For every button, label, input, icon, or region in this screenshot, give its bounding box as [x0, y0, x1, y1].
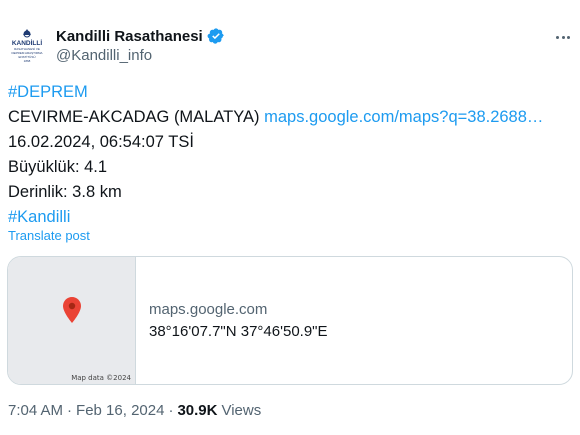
card-domain: maps.google.com: [149, 301, 268, 318]
avatar[interactable]: KANDİLLİ RASATHANESİ VE DEPREM ARAŞTIRMA…: [7, 25, 47, 65]
meta-separator: ·: [168, 402, 174, 419]
map-credit: Map data ©2024: [71, 374, 131, 382]
author-display-name[interactable]: Kandilli Rasathanesi: [56, 28, 203, 45]
map-pin-icon: [63, 297, 81, 323]
verified-badge-icon[interactable]: [207, 27, 225, 45]
views-count: 30.9K: [177, 402, 218, 419]
avatar-text-1: KANDİLLİ: [12, 39, 43, 47]
avatar-logo: KANDİLLİ RASATHANESİ VE DEPREM ARAŞTIRMA…: [7, 25, 47, 65]
card-coordinates: 38°16'07.7"N 37°46'50.9"E: [149, 323, 328, 340]
views-label: Views: [221, 402, 262, 419]
tweet-meta: 7:04 AM · Feb 16, 2024 · 30.9K Views: [8, 402, 261, 419]
card-info[interactable]: maps.google.com 38°16'07.7"N 37°46'50.9"…: [136, 257, 572, 384]
depth-text: Derinlik: 3.8 km: [8, 183, 122, 201]
hashtag-deprem[interactable]: #DEPREM: [8, 83, 88, 101]
tweet-text: #DEPREM CEVIRME-AKCADAG (MALATYA) maps.g…: [8, 80, 574, 230]
translate-post-link[interactable]: Translate post: [8, 228, 90, 243]
tweet-container: KANDİLLİ RASATHANESİ VE DEPREM ARAŞTIRMA…: [0, 0, 580, 435]
author-name-row[interactable]: Kandilli Rasathanesi: [56, 26, 225, 46]
author-handle[interactable]: @Kandilli_info: [56, 47, 152, 64]
datetime-text: 16.02.2024, 06:54:07 TSİ: [8, 133, 194, 151]
meta-separator: ·: [67, 402, 73, 419]
tweet-date[interactable]: Feb 16, 2024: [76, 402, 164, 419]
magnitude-text: Büyüklük: 4.1: [8, 158, 108, 176]
map-link[interactable]: maps.google.com/maps?q=38.2688…: [264, 108, 543, 126]
hashtag-kandilli[interactable]: #Kandilli: [8, 208, 70, 226]
avatar-text-5: 1868: [24, 59, 31, 63]
map-thumbnail[interactable]: Map data ©2024: [8, 257, 136, 384]
link-card[interactable]: Map data ©2024 maps.google.com 38°16'07.…: [7, 256, 573, 385]
location-text: CEVIRME-AKCADAG (MALATYA): [8, 108, 260, 126]
tweet-time[interactable]: 7:04 AM: [8, 402, 63, 419]
more-options-icon[interactable]: [552, 27, 574, 47]
